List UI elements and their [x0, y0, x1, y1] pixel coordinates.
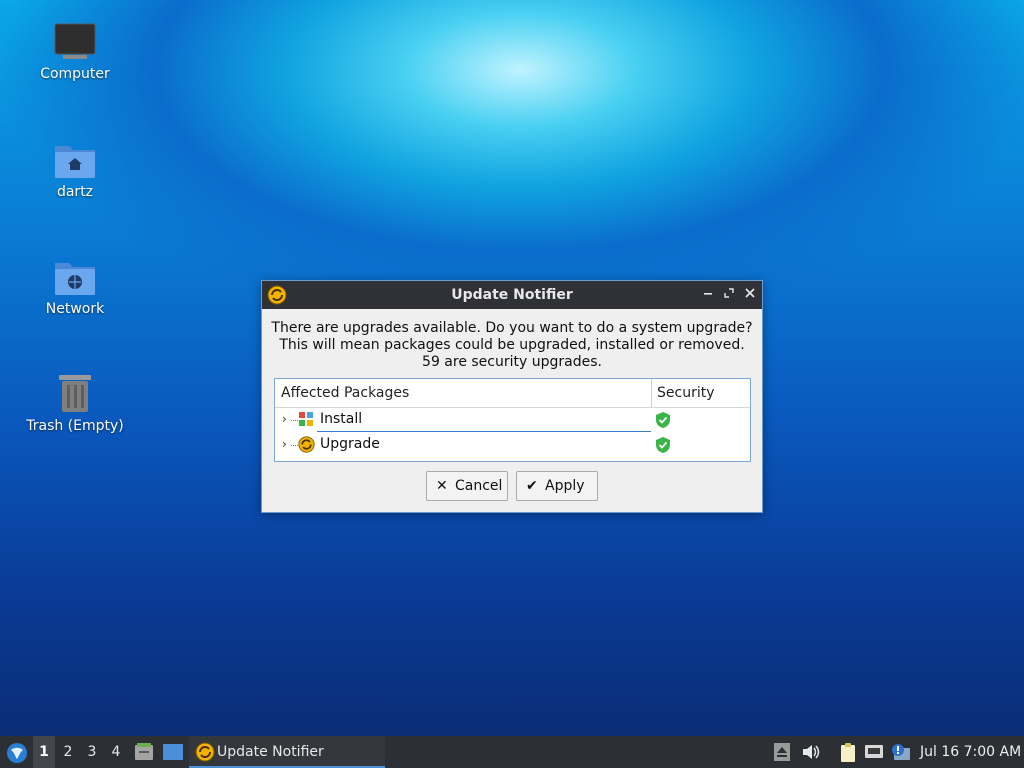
tree-row-install[interactable]: › Install [275, 408, 750, 432]
network-icon[interactable] [864, 743, 884, 761]
show-desktop-icon [163, 744, 183, 760]
message-line: 59 are security upgrades. [422, 354, 602, 370]
apply-check-icon: ✔ [526, 478, 538, 494]
column-header-affected-packages[interactable]: Affected Packages [281, 385, 409, 401]
apply-button[interactable]: ✔ Apply [516, 471, 598, 501]
file-manager-icon [135, 743, 153, 760]
workspace-3[interactable]: 3 [81, 736, 103, 768]
desktop-icon-home[interactable]: dartz [20, 140, 130, 200]
task-button-label: Update Notifier [217, 744, 324, 760]
tree-row-label: Install [320, 411, 363, 427]
close-icon [745, 288, 755, 298]
dialog-message: There are upgrades available. Do you wan… [262, 309, 762, 371]
update-notifier-task-icon [195, 742, 215, 762]
close-button[interactable] [741, 285, 759, 305]
maximize-icon [724, 288, 734, 298]
message-line: There are upgrades available. Do you wan… [271, 320, 753, 336]
tree-header: Affected Packages Security [275, 379, 750, 408]
file-manager-launcher[interactable] [133, 736, 155, 768]
home-folder-icon [55, 146, 95, 178]
expander-chevron-icon[interactable]: › [282, 437, 287, 451]
clipboard-icon[interactable] [838, 743, 858, 763]
desktop-icon-computer[interactable]: Computer [20, 22, 130, 82]
shield-check-icon [656, 437, 670, 453]
expander-chevron-icon[interactable]: › [282, 412, 287, 426]
upgrade-icon [298, 436, 315, 453]
dialog-titlebar[interactable]: Update Notifier [262, 281, 762, 309]
cancel-x-icon: ✕ [436, 478, 448, 494]
minimize-button[interactable] [699, 285, 717, 305]
trash-icon [59, 375, 91, 412]
column-separator [651, 379, 652, 407]
show-desktop-button[interactable] [161, 736, 185, 768]
dialog-title: Update Notifier [451, 287, 573, 303]
clock[interactable]: Jul 16 7:00 AM [920, 736, 1021, 768]
taskbar: 1 2 3 4 Update Notifier Jul 16 7:00 AM [0, 736, 1024, 768]
minimize-icon [704, 293, 712, 295]
update-notifier-dialog: Update Notifier There are upgrades avail… [261, 280, 763, 513]
computer-icon [54, 23, 96, 59]
tree-row-upgrade[interactable]: › Upgrade [275, 433, 750, 457]
workspace-4[interactable]: 4 [105, 736, 127, 768]
network-folder-icon [55, 263, 95, 295]
update-notification-icon[interactable] [890, 743, 912, 763]
apply-button-label: Apply [545, 478, 585, 494]
desktop-icon-label: Computer [40, 66, 110, 82]
start-menu-icon [7, 743, 27, 763]
cancel-button[interactable]: ✕ Cancel [426, 471, 508, 501]
cancel-button-label: Cancel [455, 478, 503, 494]
desktop-icon-trash[interactable]: Trash (Empty) [20, 372, 130, 434]
workspace-1[interactable]: 1 [33, 736, 55, 768]
shield-check-icon [656, 412, 670, 428]
volume-icon[interactable] [801, 743, 821, 761]
desktop-icon-network[interactable]: Network [20, 257, 130, 317]
update-notifier-app-icon [267, 285, 287, 305]
message-line: This will mean packages could be upgrade… [279, 337, 745, 353]
task-button-update-notifier[interactable]: Update Notifier [189, 736, 385, 768]
affected-packages-tree: Affected Packages Security › Install › U… [274, 378, 751, 462]
start-menu-button[interactable] [4, 736, 30, 768]
eject-icon[interactable] [774, 743, 790, 761]
row-focus-underline [317, 431, 651, 432]
install-icon [299, 412, 313, 426]
maximize-button[interactable] [720, 285, 738, 305]
desktop-icon-label: Trash (Empty) [26, 418, 124, 434]
tree-connector [291, 445, 298, 446]
desktop-icon-label: dartz [56, 184, 94, 200]
tree-row-label: Upgrade [320, 436, 380, 452]
column-header-security[interactable]: Security [657, 385, 715, 401]
desktop-icon-label: Network [45, 301, 105, 317]
workspace-2[interactable]: 2 [57, 736, 79, 768]
tree-connector [291, 420, 298, 421]
